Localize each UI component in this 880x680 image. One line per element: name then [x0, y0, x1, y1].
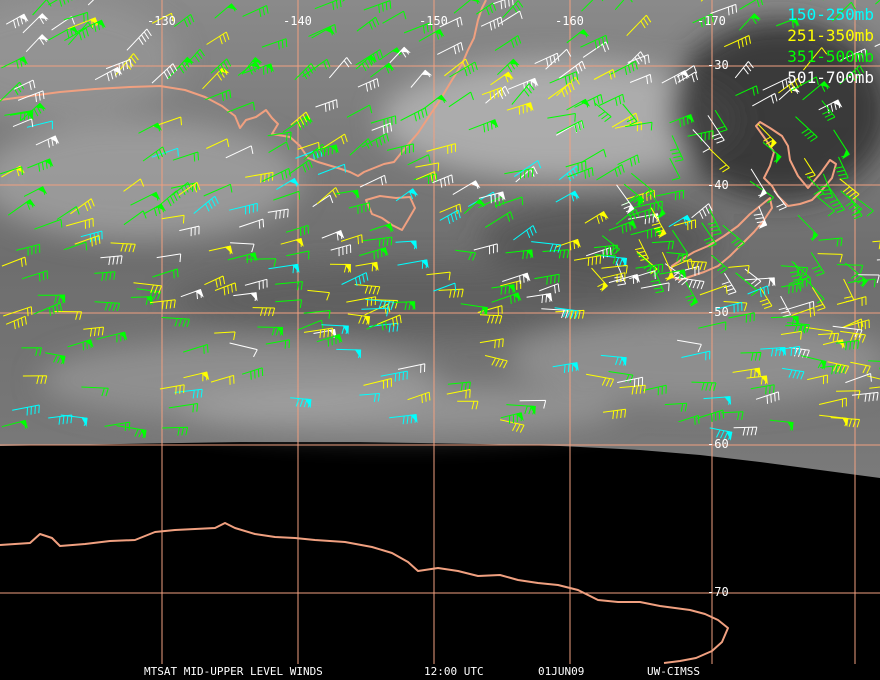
latitude-label: -70 [707, 585, 729, 599]
latitude-label: -30 [707, 58, 729, 72]
map-canvas [0, 0, 880, 664]
caption-time: 12:00 UTC [424, 665, 484, 678]
caption-date: 01JUN09 [538, 665, 585, 678]
longitude-label: -150 [419, 14, 448, 28]
longitude-label: -170 [697, 14, 726, 28]
product-caption: MTSAT MID-UPPER LEVEL WINDS 12:00 UTC 01… [0, 664, 880, 680]
latitude-label: -60 [707, 437, 729, 451]
caption-source: UW-CIMSS [647, 665, 700, 678]
latitude-label: -40 [707, 178, 729, 192]
legend-entry-501-700mb: 501-700mb [787, 68, 874, 87]
satellite-wind-map: -130 -140 -150 -160 -170 -30 -40 -50 -60… [0, 0, 880, 680]
longitude-label: -130 [147, 14, 176, 28]
pressure-level-legend: 150-250mb 251-350mb 351-500mb 501-700mb [787, 4, 874, 88]
legend-entry-251-350mb: 251-350mb [787, 26, 874, 45]
legend-entry-351-500mb: 351-500mb [787, 47, 874, 66]
legend-entry-150-250mb: 150-250mb [787, 5, 874, 24]
longitude-label: -140 [283, 14, 312, 28]
latitude-label: -50 [707, 305, 729, 319]
longitude-label: -160 [555, 14, 584, 28]
caption-product: MTSAT MID-UPPER LEVEL WINDS [144, 665, 323, 678]
